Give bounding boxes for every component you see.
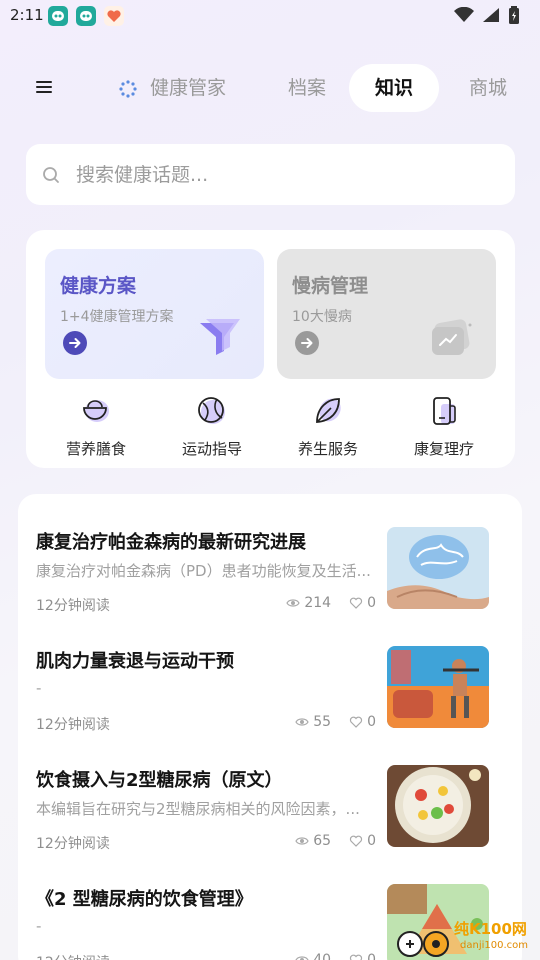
health-plan-card[interactable]: 健康方案 1+4健康管理方案 <box>45 249 264 379</box>
sparkle-icon <box>119 80 137 98</box>
app-icon <box>76 6 96 26</box>
arrow-right-icon[interactable] <box>295 331 319 355</box>
tab-health-butler[interactable]: 健康管家 <box>114 64 244 112</box>
quick-link-label: 营养膳食 <box>65 440 126 458</box>
card-title: 健康方案 <box>60 275 137 297</box>
heart-icon[interactable] <box>349 715 363 729</box>
status-icons <box>454 6 520 24</box>
wifi-icon <box>454 7 474 22</box>
read-time: 12分钟阅读 <box>36 836 110 852</box>
article-desc: 本编辑旨在研究与2型糖尿病相关的风险因素，... <box>36 800 360 818</box>
list-item[interactable]: 康复治疗帕金森病的最新研究进展 康复治疗对帕金森病（PD）患者功能恢复及生活..… <box>18 494 522 614</box>
like-count: 0 <box>367 952 376 960</box>
card-title: 慢病管理 <box>292 275 369 297</box>
quick-link-wellness[interactable]: 养生服务 <box>278 390 378 460</box>
view-count: 55 <box>313 714 332 730</box>
article-title: 肌肉力量衰退与运动干预 <box>36 651 234 672</box>
article-title: 《2 型糖尿病的饮食管理》 <box>36 889 253 910</box>
search-input[interactable] <box>76 156 496 194</box>
signal-icon <box>483 8 499 22</box>
like-count: 0 <box>367 714 376 730</box>
tab-store[interactable]: 商城 <box>458 64 518 112</box>
article-stats: 65 0 <box>295 833 376 849</box>
eye-icon <box>295 956 309 960</box>
list-item[interactable]: 肌肉力量衰退与运动干预 - 12分钟阅读 55 0 <box>18 613 522 733</box>
article-stats: 214 0 <box>286 595 376 611</box>
quick-link-rehab[interactable]: 康复理疗 <box>394 390 494 460</box>
watermark: 纯K100网 danji100.com <box>396 916 540 960</box>
hamburger-menu-icon[interactable] <box>34 78 58 98</box>
like-count: 0 <box>367 833 376 849</box>
article-desc: - <box>36 679 42 697</box>
chronic-disease-card[interactable]: 慢病管理 10大慢病 <box>277 249 496 379</box>
heart-icon[interactable] <box>349 953 363 960</box>
funnel-icon <box>200 319 240 355</box>
leaf-icon <box>316 398 341 423</box>
search-icon <box>43 167 59 183</box>
heart-icon[interactable] <box>349 596 363 610</box>
tab-records[interactable]: 档案 <box>276 64 338 112</box>
search-bar <box>26 144 515 205</box>
article-title: 饮食摄入与2型糖尿病（原文） <box>36 770 283 791</box>
status-bar: 2:11 <box>0 0 540 32</box>
quick-link-exercise[interactable]: 运动指导 <box>162 390 262 460</box>
quick-link-label: 养生服务 <box>297 440 358 458</box>
status-time: 2:11 <box>10 6 44 24</box>
like-count: 0 <box>367 595 376 611</box>
tab-label: 健康管家 <box>150 77 227 99</box>
eye-icon <box>295 837 309 845</box>
quick-link-label: 康复理疗 <box>413 440 474 458</box>
battery-icon <box>509 6 519 24</box>
article-stats: 40 0 <box>295 952 376 960</box>
watermark-logo <box>397 931 449 957</box>
read-time: 12分钟阅读 <box>36 717 110 733</box>
app-icon <box>48 6 68 26</box>
chart-card-icon <box>432 319 472 355</box>
article-desc: - <box>36 917 42 935</box>
ball-icon <box>198 397 225 424</box>
bowl-icon <box>83 400 109 422</box>
eye-icon <box>286 599 301 607</box>
watermark-text: 纯K100网 <box>454 920 527 938</box>
feature-panel: 健康方案 1+4健康管理方案 慢病管理 10大慢病 营养膳食 运动指导 养生服务… <box>26 230 515 468</box>
tab-knowledge[interactable]: 知识 <box>349 64 439 112</box>
article-stats: 55 0 <box>295 714 376 730</box>
article-title: 康复治疗帕金森病的最新研究进展 <box>36 532 306 553</box>
list-item[interactable]: 饮食摄入与2型糖尿病（原文） 本编辑旨在研究与2型糖尿病相关的风险因素，... … <box>18 732 522 852</box>
heart-icon[interactable] <box>349 834 363 848</box>
view-count: 65 <box>313 833 332 849</box>
arrow-right-icon[interactable] <box>63 331 87 355</box>
device-icon <box>433 397 456 425</box>
view-count: 40 <box>313 952 332 960</box>
article-thumbnail <box>387 646 489 728</box>
quick-link-nutrition[interactable]: 营养膳食 <box>46 390 146 460</box>
heart-hand-icon <box>104 6 124 26</box>
article-desc: 康复治疗对帕金森病（PD）患者功能恢复及生活... <box>36 562 371 580</box>
card-subtitle: 1+4健康管理方案 <box>60 309 174 325</box>
top-nav: 健康管家 档案 知识 商城 <box>0 60 540 114</box>
article-list: 康复治疗帕金森病的最新研究进展 康复治疗对帕金森病（PD）患者功能恢复及生活..… <box>18 494 522 960</box>
article-thumbnail <box>387 765 489 847</box>
watermark-sub: danji100.com <box>460 940 528 951</box>
card-subtitle: 10大慢病 <box>292 309 352 325</box>
read-time: 12分钟阅读 <box>36 952 110 960</box>
eye-icon <box>295 718 309 726</box>
read-time: 12分钟阅读 <box>36 598 110 614</box>
quick-link-label: 运动指导 <box>181 440 242 458</box>
article-thumbnail <box>387 527 489 609</box>
view-count: 214 <box>304 595 332 611</box>
